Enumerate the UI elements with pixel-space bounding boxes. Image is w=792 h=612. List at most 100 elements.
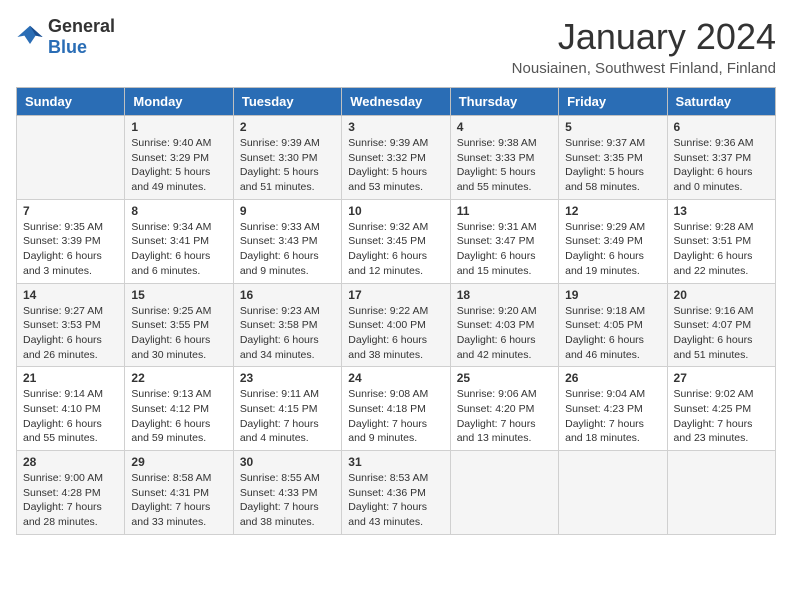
calendar-cell: 18 Sunrise: 9:20 AMSunset: 4:03 PMDaylig… — [450, 283, 558, 367]
day-number: 21 — [23, 371, 118, 385]
calendar-cell: 31 Sunrise: 8:53 AMSunset: 4:36 PMDaylig… — [342, 451, 450, 535]
day-info: Sunrise: 9:32 AMSunset: 3:45 PMDaylight:… — [348, 220, 443, 279]
day-info: Sunrise: 9:11 AMSunset: 4:15 PMDaylight:… — [240, 387, 335, 446]
day-number: 13 — [674, 204, 769, 218]
calendar-cell: 11 Sunrise: 9:31 AMSunset: 3:47 PMDaylig… — [450, 199, 558, 283]
calendar-cell — [559, 451, 667, 535]
day-info: Sunrise: 9:22 AMSunset: 4:00 PMDaylight:… — [348, 304, 443, 363]
calendar-cell: 9 Sunrise: 9:33 AMSunset: 3:43 PMDayligh… — [233, 199, 341, 283]
day-number: 30 — [240, 455, 335, 469]
day-number: 22 — [131, 371, 226, 385]
calendar-cell: 6 Sunrise: 9:36 AMSunset: 3:37 PMDayligh… — [667, 116, 775, 200]
calendar-cell — [450, 451, 558, 535]
calendar-cell: 15 Sunrise: 9:25 AMSunset: 3:55 PMDaylig… — [125, 283, 233, 367]
day-info: Sunrise: 9:23 AMSunset: 3:58 PMDaylight:… — [240, 304, 335, 363]
day-number: 3 — [348, 120, 443, 134]
calendar-cell — [667, 451, 775, 535]
day-number: 12 — [565, 204, 660, 218]
day-number: 19 — [565, 288, 660, 302]
weekday-header: Sunday — [17, 88, 125, 116]
day-info: Sunrise: 9:16 AMSunset: 4:07 PMDaylight:… — [674, 304, 769, 363]
day-info: Sunrise: 9:35 AMSunset: 3:39 PMDaylight:… — [23, 220, 118, 279]
calendar-week-row: 28 Sunrise: 9:00 AMSunset: 4:28 PMDaylig… — [17, 451, 776, 535]
calendar-cell: 4 Sunrise: 9:38 AMSunset: 3:33 PMDayligh… — [450, 116, 558, 200]
calendar-cell: 3 Sunrise: 9:39 AMSunset: 3:32 PMDayligh… — [342, 116, 450, 200]
day-info: Sunrise: 9:14 AMSunset: 4:10 PMDaylight:… — [23, 387, 118, 446]
calendar-cell: 12 Sunrise: 9:29 AMSunset: 3:49 PMDaylig… — [559, 199, 667, 283]
day-info: Sunrise: 9:31 AMSunset: 3:47 PMDaylight:… — [457, 220, 552, 279]
weekday-header: Friday — [559, 88, 667, 116]
logo-text: General Blue — [48, 16, 115, 58]
day-info: Sunrise: 9:08 AMSunset: 4:18 PMDaylight:… — [348, 387, 443, 446]
day-info: Sunrise: 9:04 AMSunset: 4:23 PMDaylight:… — [565, 387, 660, 446]
day-number: 16 — [240, 288, 335, 302]
weekday-header: Tuesday — [233, 88, 341, 116]
calendar-cell: 29 Sunrise: 8:58 AMSunset: 4:31 PMDaylig… — [125, 451, 233, 535]
calendar-cell: 7 Sunrise: 9:35 AMSunset: 3:39 PMDayligh… — [17, 199, 125, 283]
header-row: SundayMondayTuesdayWednesdayThursdayFrid… — [17, 88, 776, 116]
day-number: 18 — [457, 288, 552, 302]
calendar-header: SundayMondayTuesdayWednesdayThursdayFrid… — [17, 88, 776, 116]
calendar-cell: 25 Sunrise: 9:06 AMSunset: 4:20 PMDaylig… — [450, 367, 558, 451]
day-number: 20 — [674, 288, 769, 302]
title-area: January 2024 Nousiainen, Southwest Finla… — [512, 16, 776, 77]
calendar-week-row: 21 Sunrise: 9:14 AMSunset: 4:10 PMDaylig… — [17, 367, 776, 451]
day-info: Sunrise: 9:02 AMSunset: 4:25 PMDaylight:… — [674, 387, 769, 446]
calendar-body: 1 Sunrise: 9:40 AMSunset: 3:29 PMDayligh… — [17, 116, 776, 535]
day-info: Sunrise: 9:34 AMSunset: 3:41 PMDaylight:… — [131, 220, 226, 279]
calendar-week-row: 14 Sunrise: 9:27 AMSunset: 3:53 PMDaylig… — [17, 283, 776, 367]
day-number: 26 — [565, 371, 660, 385]
day-info: Sunrise: 9:39 AMSunset: 3:30 PMDaylight:… — [240, 136, 335, 195]
day-number: 14 — [23, 288, 118, 302]
calendar-cell: 10 Sunrise: 9:32 AMSunset: 3:45 PMDaylig… — [342, 199, 450, 283]
month-title: January 2024 — [512, 16, 776, 58]
calendar-cell — [17, 116, 125, 200]
weekday-header: Saturday — [667, 88, 775, 116]
location-title: Nousiainen, Southwest Finland, Finland — [512, 60, 776, 77]
calendar-week-row: 1 Sunrise: 9:40 AMSunset: 3:29 PMDayligh… — [17, 116, 776, 200]
calendar-cell: 24 Sunrise: 9:08 AMSunset: 4:18 PMDaylig… — [342, 367, 450, 451]
day-number: 24 — [348, 371, 443, 385]
weekday-header: Thursday — [450, 88, 558, 116]
calendar-cell: 1 Sunrise: 9:40 AMSunset: 3:29 PMDayligh… — [125, 116, 233, 200]
calendar-cell: 22 Sunrise: 9:13 AMSunset: 4:12 PMDaylig… — [125, 367, 233, 451]
day-info: Sunrise: 9:40 AMSunset: 3:29 PMDaylight:… — [131, 136, 226, 195]
day-info: Sunrise: 9:13 AMSunset: 4:12 PMDaylight:… — [131, 387, 226, 446]
calendar-cell: 23 Sunrise: 9:11 AMSunset: 4:15 PMDaylig… — [233, 367, 341, 451]
header: General Blue January 2024 Nousiainen, So… — [16, 16, 776, 77]
day-number: 2 — [240, 120, 335, 134]
day-info: Sunrise: 8:58 AMSunset: 4:31 PMDaylight:… — [131, 471, 226, 530]
day-number: 29 — [131, 455, 226, 469]
day-number: 11 — [457, 204, 552, 218]
day-info: Sunrise: 9:37 AMSunset: 3:35 PMDaylight:… — [565, 136, 660, 195]
day-number: 23 — [240, 371, 335, 385]
day-number: 4 — [457, 120, 552, 134]
day-number: 15 — [131, 288, 226, 302]
day-info: Sunrise: 9:20 AMSunset: 4:03 PMDaylight:… — [457, 304, 552, 363]
logo-icon — [16, 23, 44, 51]
day-number: 8 — [131, 204, 226, 218]
day-info: Sunrise: 9:29 AMSunset: 3:49 PMDaylight:… — [565, 220, 660, 279]
day-info: Sunrise: 9:18 AMSunset: 4:05 PMDaylight:… — [565, 304, 660, 363]
day-number: 5 — [565, 120, 660, 134]
day-number: 17 — [348, 288, 443, 302]
day-number: 31 — [348, 455, 443, 469]
calendar-week-row: 7 Sunrise: 9:35 AMSunset: 3:39 PMDayligh… — [17, 199, 776, 283]
calendar-cell: 5 Sunrise: 9:37 AMSunset: 3:35 PMDayligh… — [559, 116, 667, 200]
calendar-table: SundayMondayTuesdayWednesdayThursdayFrid… — [16, 87, 776, 535]
calendar-cell: 13 Sunrise: 9:28 AMSunset: 3:51 PMDaylig… — [667, 199, 775, 283]
weekday-header: Wednesday — [342, 88, 450, 116]
logo: General Blue — [16, 16, 115, 58]
day-number: 1 — [131, 120, 226, 134]
calendar-cell: 14 Sunrise: 9:27 AMSunset: 3:53 PMDaylig… — [17, 283, 125, 367]
day-info: Sunrise: 9:28 AMSunset: 3:51 PMDaylight:… — [674, 220, 769, 279]
calendar-cell: 2 Sunrise: 9:39 AMSunset: 3:30 PMDayligh… — [233, 116, 341, 200]
day-info: Sunrise: 9:38 AMSunset: 3:33 PMDaylight:… — [457, 136, 552, 195]
day-info: Sunrise: 9:39 AMSunset: 3:32 PMDaylight:… — [348, 136, 443, 195]
day-number: 25 — [457, 371, 552, 385]
day-number: 9 — [240, 204, 335, 218]
day-number: 28 — [23, 455, 118, 469]
day-number: 7 — [23, 204, 118, 218]
calendar-cell: 27 Sunrise: 9:02 AMSunset: 4:25 PMDaylig… — [667, 367, 775, 451]
day-info: Sunrise: 9:27 AMSunset: 3:53 PMDaylight:… — [23, 304, 118, 363]
